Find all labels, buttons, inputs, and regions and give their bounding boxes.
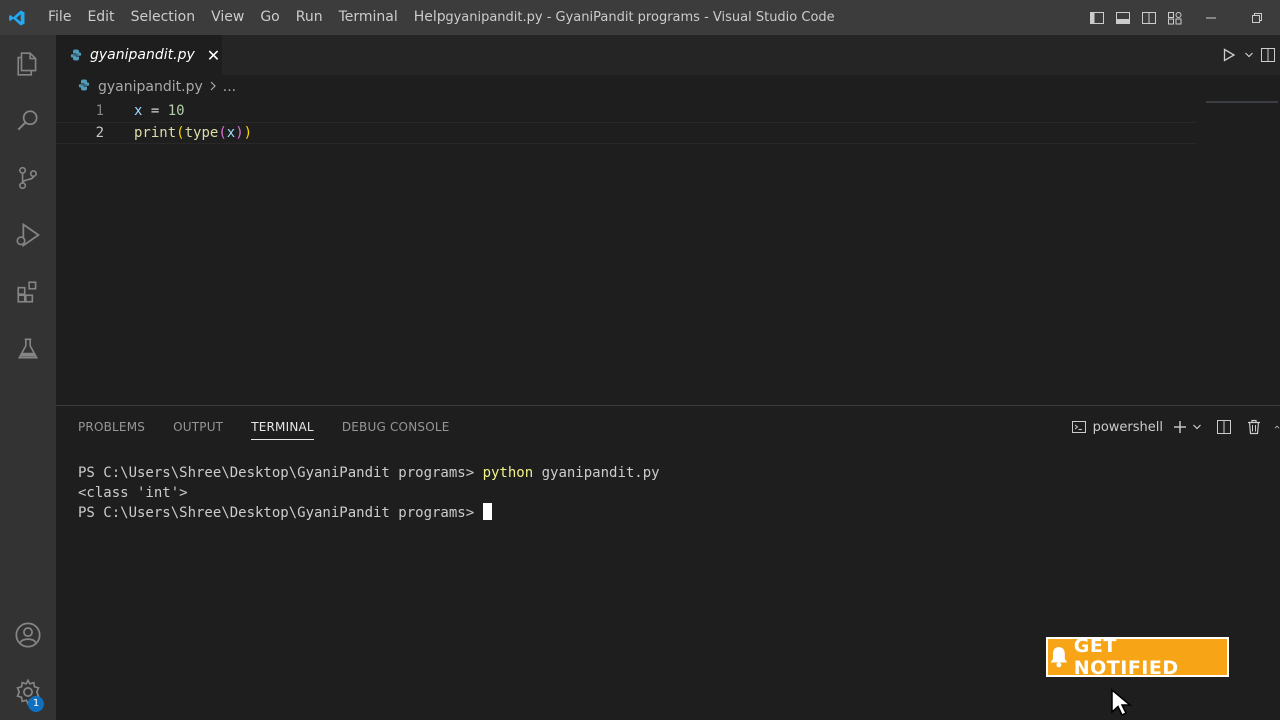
breadcrumb-file[interactable]: gyanipandit.py (98, 79, 203, 95)
toggle-primary-sidebar-icon[interactable] (1084, 0, 1110, 35)
menu-file[interactable]: File (40, 0, 79, 35)
split-editor-icon[interactable] (1256, 38, 1280, 73)
tab-close-icon[interactable]: ✕ (207, 46, 220, 65)
menu-bar: File Edit Selection View Go Run Terminal… (40, 0, 454, 35)
accounts-icon[interactable] (0, 606, 56, 663)
editor-actions (1216, 35, 1280, 75)
code-editor[interactable]: 1 x = 10 2 print(type(x)) (56, 100, 1280, 405)
settings-badge: 1 (28, 696, 44, 712)
menu-view[interactable]: View (203, 0, 252, 35)
terminal-output[interactable]: PS C:\Users\Shree\Desktop\GyaniPandit pr… (78, 464, 660, 523)
search-icon[interactable] (0, 92, 56, 149)
token: 10 (167, 103, 185, 119)
toggle-secondary-sidebar-icon[interactable] (1136, 0, 1162, 35)
token: ) (243, 125, 253, 141)
run-python-file-icon[interactable] (1216, 38, 1242, 73)
line-number: 2 (95, 125, 104, 141)
minimap[interactable] (1206, 101, 1278, 103)
token: ( (176, 125, 185, 141)
terminal-line: PS C:\Users\Shree\Desktop\GyaniPandit pr… (78, 503, 660, 523)
code-text: x = 10 (134, 103, 185, 119)
token: ( (218, 125, 227, 141)
token: = (142, 103, 168, 119)
vscode-logo-icon (0, 0, 34, 35)
breadcrumb-chevron-right-icon (209, 79, 217, 95)
terminal-options-chevron-down-icon[interactable] (1192, 406, 1206, 448)
terminal-shell-selector[interactable]: powershell (1066, 406, 1168, 448)
source-control-icon[interactable] (0, 149, 56, 206)
breadcrumb: gyanipandit.py ... (56, 75, 1206, 99)
tab-terminal[interactable]: TERMINAL (251, 406, 314, 448)
tab-gyanipandit-py[interactable]: gyanipandit.py ✕ (56, 35, 222, 75)
terminal-prompt: PS C:\Users\Shree\Desktop\GyaniPandit pr… (78, 465, 483, 481)
maximize-panel-chevron-up-icon[interactable] (1266, 406, 1280, 448)
customize-layout-icon[interactable] (1162, 0, 1188, 35)
extensions-icon[interactable] (0, 263, 56, 320)
menu-edit[interactable]: Edit (79, 0, 122, 35)
bell-icon (1050, 647, 1068, 668)
menu-help[interactable]: Help (406, 0, 454, 35)
panel-tabs: PROBLEMS OUTPUT TERMINAL DEBUG CONSOLE (78, 406, 478, 448)
menu-selection[interactable]: Selection (123, 0, 204, 35)
tab-label: gyanipandit.py (90, 47, 195, 63)
menu-terminal[interactable]: Terminal (331, 0, 406, 35)
terminal-cursor (482, 503, 492, 520)
python-file-icon (70, 46, 82, 65)
terminal-prompt: PS C:\Users\Shree\Desktop\GyaniPandit pr… (78, 505, 483, 521)
tab-output[interactable]: OUTPUT (173, 406, 223, 448)
terminal-line: PS C:\Users\Shree\Desktop\GyaniPandit pr… (78, 464, 660, 484)
menu-run[interactable]: Run (288, 0, 331, 35)
menu-go[interactable]: Go (252, 0, 287, 35)
token: x (226, 125, 236, 141)
code-line-current: 2 print(type(x)) (56, 122, 1196, 144)
get-notified-label: GET NOTIFIED (1073, 635, 1179, 679)
terminal-shell-icon (1071, 421, 1086, 433)
code-line: 1 x = 10 (56, 100, 1196, 122)
terminal-line: <class 'int'> (78, 484, 660, 504)
kill-terminal-trash-icon[interactable] (1242, 406, 1266, 448)
run-options-chevron-down-icon[interactable] (1242, 38, 1256, 73)
tab-debug-console[interactable]: DEBUG CONSOLE (342, 406, 450, 448)
new-terminal-plus-icon[interactable] (1168, 406, 1192, 448)
title-controls (1084, 0, 1280, 35)
testing-icon[interactable] (0, 320, 56, 377)
minimize-button[interactable] (1188, 0, 1234, 35)
token: type (184, 125, 219, 141)
title-bar: File Edit Selection View Go Run Terminal… (0, 0, 1280, 35)
activity-bar-bottom: 1 (0, 606, 56, 720)
terminal-command-args: gyanipandit.py (533, 465, 660, 481)
activity-bar: 1 (0, 35, 56, 720)
editor-tab-bar: gyanipandit.py ✕ (56, 35, 1280, 75)
breadcrumb-symbols[interactable]: ... (223, 79, 236, 95)
restore-button[interactable] (1234, 0, 1280, 35)
terminal-program-output: <class 'int'> (78, 484, 188, 501)
breadcrumb-python-file-icon (78, 79, 90, 95)
split-terminal-icon[interactable] (1206, 406, 1242, 448)
token: print (134, 125, 177, 141)
toggle-panel-icon[interactable] (1110, 0, 1136, 35)
terminal-command: python (482, 465, 534, 481)
line-number: 1 (95, 103, 104, 119)
shell-name: powershell (1092, 419, 1163, 435)
run-debug-icon[interactable] (0, 206, 56, 263)
explorer-icon[interactable] (0, 35, 56, 92)
panel-actions: powershell (1066, 406, 1280, 448)
get-notified-button[interactable]: GET NOTIFIED (1046, 635, 1229, 679)
code-text: print(type(x)) (134, 125, 252, 141)
manage-gear-icon[interactable]: 1 (0, 663, 56, 720)
tab-problems[interactable]: PROBLEMS (78, 406, 145, 448)
token: ) (235, 125, 244, 141)
mouse-pointer-icon (1110, 688, 1134, 720)
